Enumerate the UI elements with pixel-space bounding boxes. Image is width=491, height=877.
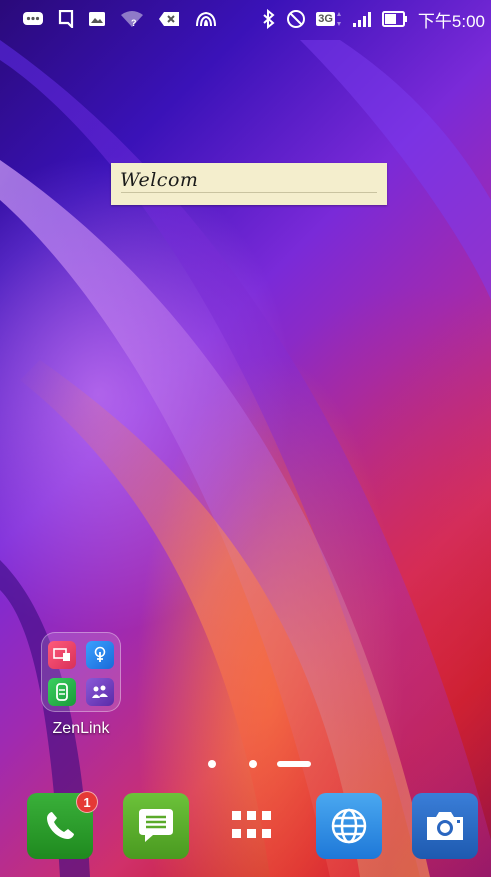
note-text: Welcom (120, 169, 199, 191)
network-label: 3G (316, 12, 335, 26)
browser-app[interactable] (316, 793, 382, 859)
party-link-icon (86, 678, 114, 706)
page-indicator-dot-2 (249, 760, 257, 768)
messaging-app[interactable] (123, 793, 189, 859)
bluetooth-icon (262, 9, 276, 29)
signal-icon (352, 10, 372, 28)
wallpaper (0, 40, 491, 877)
network-3g-icon: 3G (316, 11, 342, 27)
share-link-icon (48, 641, 76, 669)
globe-icon (331, 808, 367, 844)
do-not-disturb-icon (286, 9, 306, 29)
zenlink-folder[interactable] (41, 632, 121, 712)
notification-icon (58, 10, 74, 28)
missed-call-badge: 1 (76, 791, 98, 813)
keyboard-delete-icon (158, 11, 180, 27)
page-indicator-current (277, 761, 311, 767)
battery-icon (381, 11, 408, 27)
page-indicator-dot-1 (208, 760, 216, 768)
messages-icon (22, 10, 44, 28)
image-icon (88, 11, 106, 27)
svg-text:?: ? (131, 18, 137, 28)
folder-label: ZenLink (52, 720, 110, 737)
camera-icon (427, 812, 463, 840)
quick-memo-widget[interactable]: Welcom (111, 163, 387, 205)
remote-link-icon (86, 641, 114, 669)
status-bar: ? 3G 下午5:00 (0, 0, 491, 38)
pc-link-icon (48, 678, 76, 706)
camera-app[interactable] (412, 793, 478, 859)
phone-icon (47, 812, 74, 839)
apps-grid-icon (232, 811, 271, 838)
all-apps-button[interactable] (219, 793, 285, 859)
message-icon (139, 809, 173, 842)
nfc-icon (194, 10, 218, 28)
wifi-unknown-icon: ? (120, 10, 144, 28)
home-screen: ? 3G 下午5:00 Welcom ZenLink 1 (0, 0, 491, 877)
note-rule-line (121, 192, 377, 193)
status-time: 下午5:00 (417, 11, 485, 31)
